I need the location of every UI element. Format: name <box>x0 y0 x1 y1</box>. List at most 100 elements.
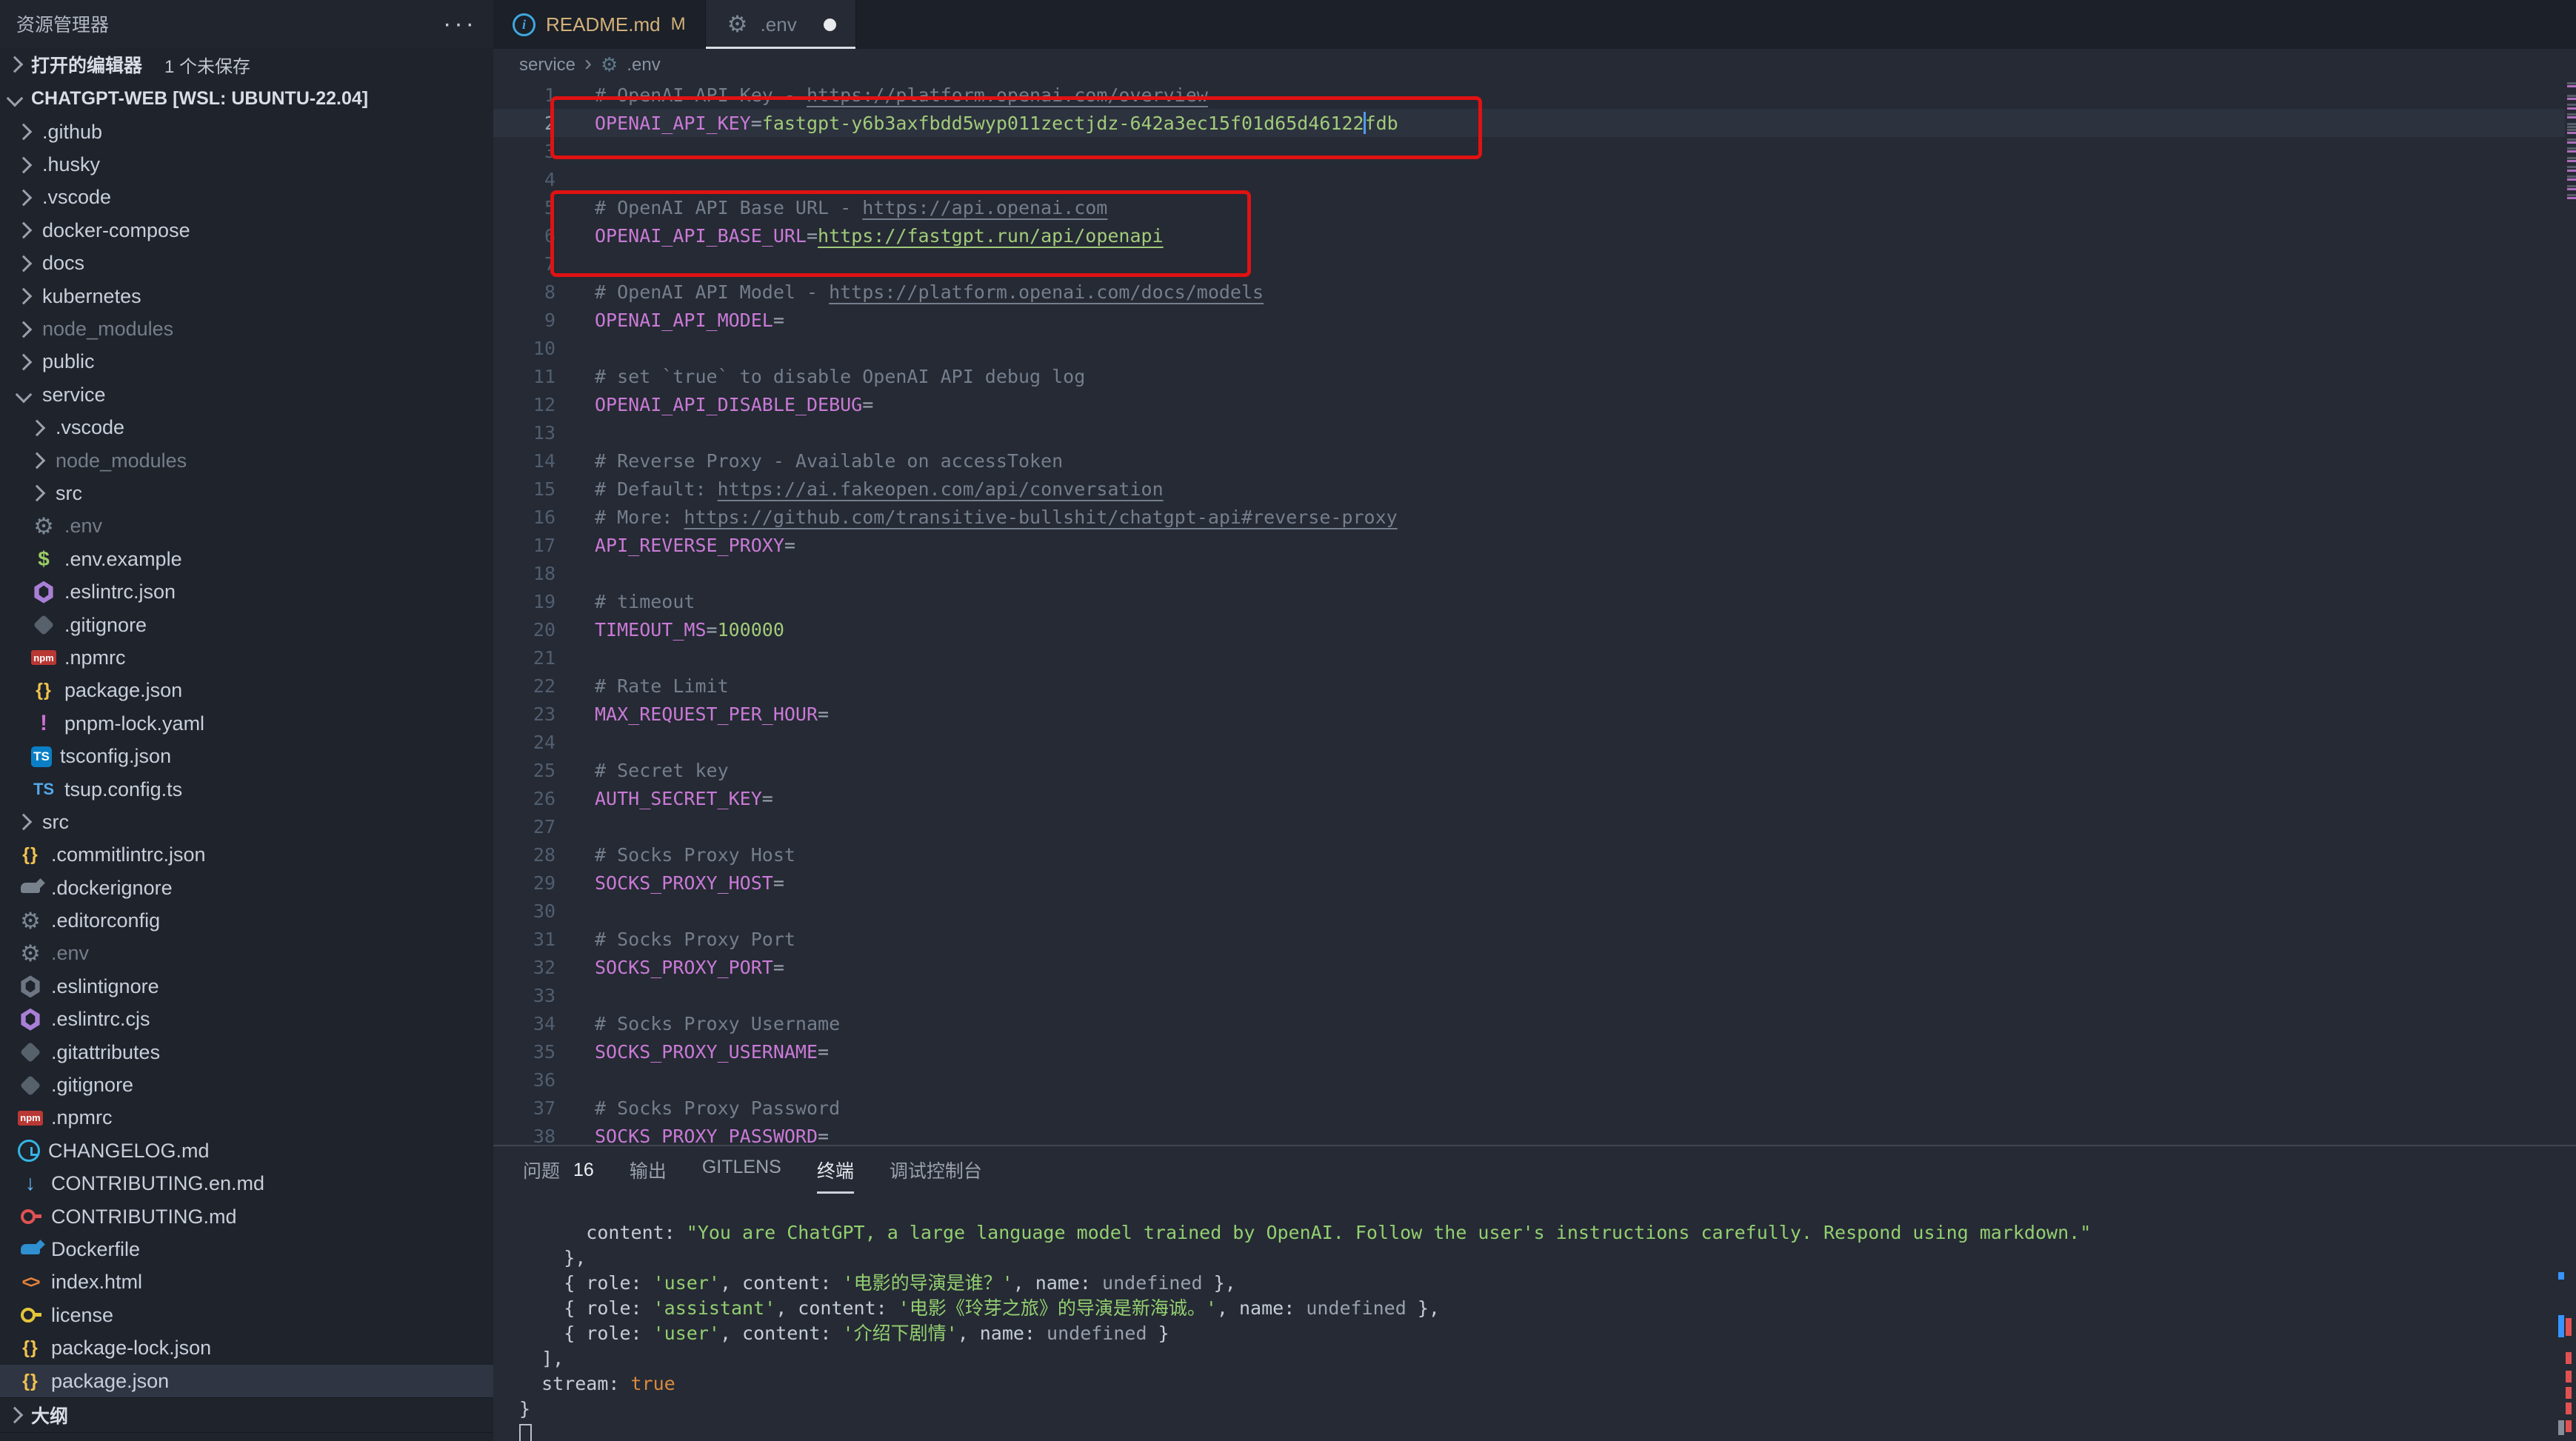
terminal-token: } <box>519 1398 530 1420</box>
breadcrumb[interactable]: service › ⚙ .env <box>493 49 2576 81</box>
line-content: AUTH_SECRET_KEY= <box>595 788 773 809</box>
terminal-token: content: <box>519 1222 687 1243</box>
line-number: 13 <box>493 422 555 444</box>
tree-item-.eslintrc.json[interactable]: .eslintrc.json <box>0 575 493 608</box>
line-number: 23 <box>493 703 555 725</box>
breadcrumb-folder[interactable]: service <box>519 55 575 76</box>
line-number: 2 <box>493 113 555 134</box>
tree-item-.npmrc[interactable]: npm.npmrc <box>0 1102 493 1134</box>
tree-item-.vscode[interactable]: .vscode <box>0 412 493 444</box>
tree-item-.commitlintrc.json[interactable]: {}.commitlintrc.json <box>0 839 493 872</box>
code-line-31: 31# Socks Proxy Port <box>493 925 2576 953</box>
tree-item-docs[interactable]: docs <box>0 247 493 280</box>
tree-item-.npmrc[interactable]: npm.npmrc <box>0 641 493 674</box>
panel-tab-输出[interactable]: 输出 <box>630 1157 667 1194</box>
sidebar-section-时间线[interactable]: 时间线 <box>0 1432 493 1441</box>
tree-item-label: node_modules <box>56 449 187 472</box>
line-content: OPENAI_API_BASE_URL=https://fastgpt.run/… <box>595 225 1164 247</box>
tree-item-package.json[interactable]: {}package.json <box>0 675 493 707</box>
terminal-token: }, <box>1203 1272 1236 1294</box>
unsaved-dot-icon[interactable] <box>824 19 836 31</box>
tree-item-CONTRIBUTING.en.md[interactable]: ↓CONTRIBUTING.en.md <box>0 1168 493 1200</box>
gear-icon: ⚙ <box>18 941 43 966</box>
tree-item-.vscode[interactable]: .vscode <box>0 181 493 214</box>
tree-item-.env.example[interactable]: $.env.example <box>0 543 493 575</box>
tab-README.md[interactable]: iREADME.mdM <box>493 0 706 49</box>
tree-item-label: .editorconfig <box>51 909 160 932</box>
breadcrumb-file[interactable]: .env <box>627 55 660 76</box>
open-editors-section[interactable]: 打开的编辑器 1 个未保存 <box>0 47 493 81</box>
code-token: MAX_REQUEST_PER_HOUR <box>595 703 818 725</box>
tree-item-kubernetes[interactable]: kubernetes <box>0 280 493 312</box>
panel-tab-GITLENS[interactable]: GITLENS <box>702 1157 781 1188</box>
tree-item-label: license <box>51 1304 113 1327</box>
problems-count-badge: 16 <box>573 1160 594 1181</box>
tree-item-node_modules[interactable]: node_modules <box>0 444 493 477</box>
workspace-name: CHATGPT-WEB [WSL: UBUNTU-22.04] <box>31 88 368 110</box>
tree-item-.gitignore[interactable]: .gitignore <box>0 1069 493 1101</box>
code-token: # Socks Proxy Username <box>595 1013 840 1034</box>
code-lines: 1# OpenAI API Key - https://platform.ope… <box>493 81 2576 1145</box>
code-editor[interactable]: 1# OpenAI API Key - https://platform.ope… <box>493 81 2576 1145</box>
tree-item-pnpm-lock.yaml[interactable]: !pnpm-lock.yaml <box>0 707 493 740</box>
tree-item-license[interactable]: license <box>0 1299 493 1331</box>
terminal-output[interactable]: content: "You are ChatGPT, a large langu… <box>519 1220 2546 1441</box>
tree-item-tsup.config.ts[interactable]: TStsup.config.ts <box>0 773 493 806</box>
line-content: SOCKS_PROXY_HOST= <box>595 872 784 894</box>
panel-tab-问题[interactable]: 问题16 <box>523 1157 594 1194</box>
chevron-right-icon <box>16 354 33 371</box>
tree-item-CONTRIBUTING.md[interactable]: CONTRIBUTING.md <box>0 1200 493 1233</box>
minimap[interactable] <box>2566 81 2576 1145</box>
tree-item-package.json[interactable]: {}package.json <box>0 1365 493 1397</box>
tree-item-docker-compose[interactable]: docker-compose <box>0 214 493 247</box>
panel-tab-调试控制台[interactable]: 调试控制台 <box>890 1157 982 1194</box>
tree-item-.gitignore[interactable]: .gitignore <box>0 609 493 641</box>
terminal-token: , content: <box>775 1297 898 1319</box>
gear-icon: ⚙ <box>725 12 750 37</box>
tree-item-label: package.json <box>51 1370 169 1393</box>
line-content: # set `true` to disable OpenAI API debug… <box>595 366 1085 387</box>
tree-item-.dockerignore[interactable]: .dockerignore <box>0 872 493 904</box>
line-number: 26 <box>493 788 555 809</box>
tab-.env[interactable]: ⚙ .env <box>706 0 856 49</box>
tree-item-src[interactable]: src <box>0 806 493 838</box>
minimap-line-mark <box>2567 175 2576 178</box>
tree-item-package-lock.json[interactable]: {}package-lock.json <box>0 1331 493 1364</box>
minimap-line-mark <box>2567 129 2576 131</box>
sidebar-section-大纲[interactable]: 大纲 <box>0 1397 493 1432</box>
code-line-34: 34# Socks Proxy Username <box>493 1009 2576 1037</box>
tree-item-CHANGELOG.md[interactable]: CHANGELOG.md <box>0 1134 493 1167</box>
tree-item-tsconfig.json[interactable]: TStsconfig.json <box>0 740 493 772</box>
tree-item-index.html[interactable]: <>index.html <box>0 1266 493 1299</box>
tree-item-.eslintrc.cjs[interactable]: .eslintrc.cjs <box>0 1003 493 1036</box>
git-icon <box>18 1073 43 1098</box>
tree-item-Dockerfile[interactable]: Dockerfile <box>0 1233 493 1266</box>
chevron-right-icon <box>7 1407 24 1424</box>
minimap-line-mark <box>2567 197 2576 199</box>
git-icon <box>18 1040 43 1065</box>
line-content: # Secret key <box>595 760 729 781</box>
tree-item-label: .vscode <box>42 186 111 209</box>
tree-item-node_modules[interactable]: node_modules <box>0 312 493 345</box>
terminal-token: }, <box>1407 1297 1440 1319</box>
line-number: 5 <box>493 197 555 218</box>
line-content: MAX_REQUEST_PER_HOUR= <box>595 703 829 725</box>
line-content: # OpenAI API Key - https://platform.open… <box>595 84 1208 106</box>
tree-item-src[interactable]: src <box>0 477 493 509</box>
more-actions-icon[interactable]: ··· <box>443 16 477 31</box>
terminal-token: } <box>1147 1323 1169 1344</box>
line-number: 6 <box>493 225 555 247</box>
tab-label: .env <box>761 13 797 36</box>
tree-item-public[interactable]: public <box>0 346 493 378</box>
minimap-line-mark <box>2567 157 2576 159</box>
tree-item-.env[interactable]: ⚙.env <box>0 510 493 543</box>
tree-item-.editorconfig[interactable]: ⚙.editorconfig <box>0 904 493 937</box>
panel-tab-终端[interactable]: 终端 <box>817 1157 854 1194</box>
tree-item-.husky[interactable]: .husky <box>0 148 493 181</box>
workspace-section[interactable]: CHATGPT-WEB [WSL: UBUNTU-22.04] <box>0 81 493 116</box>
tree-item-.env[interactable]: ⚙.env <box>0 937 493 970</box>
tree-item-.gitattributes[interactable]: .gitattributes <box>0 1036 493 1069</box>
tree-item-.eslintignore[interactable]: .eslintignore <box>0 970 493 1003</box>
tree-item-service[interactable]: service <box>0 378 493 411</box>
tree-item-.github[interactable]: .github <box>0 116 493 148</box>
